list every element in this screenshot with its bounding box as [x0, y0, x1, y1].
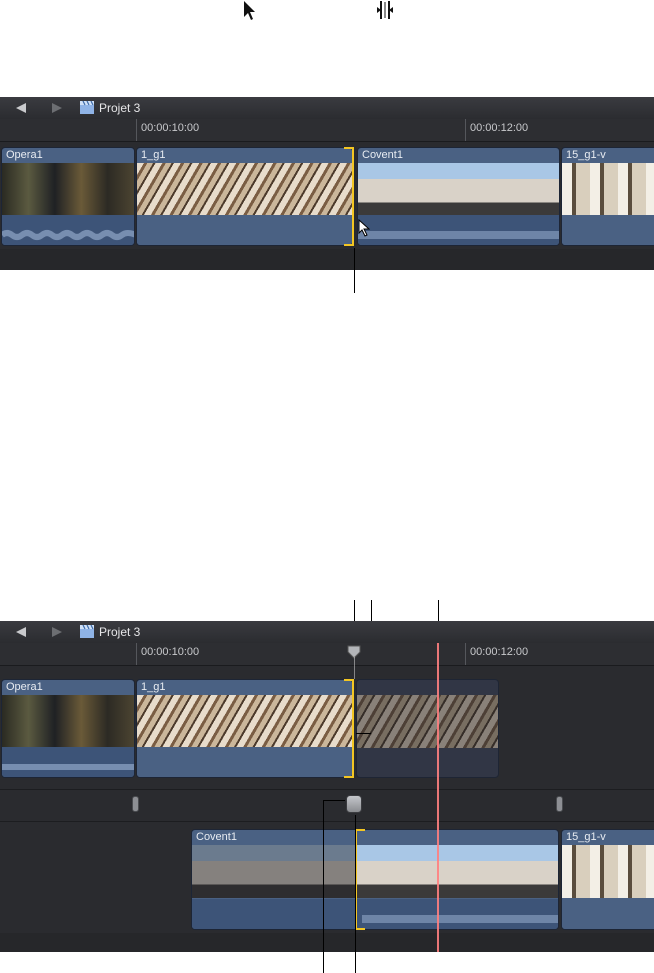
timecode-label: 00:00:10:00	[141, 646, 200, 658]
audio-waveform	[192, 899, 558, 929]
clip-covent1[interactable]: Covent1	[191, 829, 559, 930]
clip-name: Opera1	[6, 681, 43, 693]
trim-edit-point[interactable]	[344, 679, 354, 778]
timeline-panel-bottom: Projet 3 00:00:10:00 00:00:12:00 Opera1 …	[0, 621, 654, 952]
clip-opera1[interactable]: Opera1	[1, 679, 135, 778]
back-arrow-icon[interactable]	[12, 101, 30, 115]
filmstrip-dim-overlay	[192, 845, 357, 898]
audio-track	[137, 215, 352, 245]
clip-15-g1-v[interactable]: 15_g1-v	[561, 829, 654, 930]
clapper-icon	[80, 624, 94, 638]
precision-editor-bar	[0, 789, 654, 822]
clip-covent1[interactable]: Covent1	[357, 147, 560, 246]
callout-line	[356, 733, 371, 734]
ruler-tick	[465, 119, 466, 141]
project-title: Projet 3	[99, 101, 141, 115]
clapper-icon	[80, 100, 94, 114]
audio-waveform	[2, 215, 134, 245]
timeline-gutter	[0, 933, 654, 952]
trim-edit-point[interactable]	[344, 147, 354, 246]
audio-waveform	[2, 747, 134, 777]
clip-name: Opera1	[6, 149, 43, 161]
forward-arrow-icon[interactable]	[48, 101, 66, 115]
trim-handle[interactable]	[346, 795, 362, 813]
clip-name: Covent1	[196, 831, 237, 843]
timeline-ruler[interactable]: 00:00:10:00 00:00:12:00	[0, 119, 654, 142]
clip-15-g1-v[interactable]: 15_g1-v	[561, 147, 654, 246]
clip-name: 15_g1-v	[566, 831, 606, 843]
clip-1-g1[interactable]: 1_g1	[136, 147, 353, 246]
filmstrip	[137, 695, 352, 748]
timeline-panel-top: Projet 3 00:00:10:00 00:00:12:00 Opera1 …	[0, 97, 654, 270]
audio-waveform	[358, 215, 559, 245]
clip-1-g1[interactable]: 1_g1	[136, 679, 353, 778]
project-title: Projet 3	[99, 625, 141, 639]
ruler-tick	[136, 119, 137, 141]
back-arrow-icon[interactable]	[12, 625, 30, 639]
clip-name: Covent1	[362, 149, 403, 161]
trim-tool-icon	[376, 0, 394, 25]
timeline-ruler[interactable]: 00:00:10:00 00:00:12:00	[0, 643, 654, 666]
clip-name: 1_g1	[141, 681, 166, 693]
timeline-titlebar: Projet 3	[0, 97, 654, 120]
clip-name: 15_g1-v	[566, 149, 606, 161]
filmstrip	[562, 163, 654, 216]
edit-point-handle[interactable]	[132, 796, 139, 812]
ruler-tick	[465, 643, 466, 665]
filmstrip	[137, 163, 352, 216]
audio-track	[562, 215, 654, 245]
filmstrip	[2, 163, 134, 216]
filmstrip	[562, 845, 654, 898]
timeline-gutter	[0, 249, 654, 270]
filmstrip	[358, 163, 559, 216]
clip-name: 1_g1	[141, 149, 166, 161]
timecode-label: 00:00:10:00	[141, 122, 200, 134]
ruler-tick	[136, 643, 137, 665]
clip-opera1[interactable]: Opera1	[1, 147, 135, 246]
timecode-label: 00:00:12:00	[470, 122, 529, 134]
audio-track	[137, 747, 352, 777]
edit-point-handle[interactable]	[556, 796, 563, 812]
filmstrip	[2, 695, 134, 748]
clip-1-g1-extension	[356, 679, 499, 778]
audio-track	[562, 899, 654, 929]
arrow-cursor-icon	[242, 0, 256, 27]
callout-line	[354, 248, 355, 293]
playhead[interactable]	[437, 643, 439, 952]
forward-arrow-icon[interactable]	[48, 625, 66, 639]
trim-edit-point[interactable]	[355, 829, 365, 930]
timecode-label: 00:00:12:00	[470, 646, 529, 658]
mouse-pointer-icon	[358, 218, 371, 242]
callout-line	[323, 800, 345, 801]
callout-line	[355, 815, 356, 973]
filmstrip	[357, 695, 498, 748]
callout-line	[323, 800, 324, 973]
timeline-titlebar: Projet 3	[0, 621, 654, 644]
skimmer-line	[354, 657, 355, 679]
